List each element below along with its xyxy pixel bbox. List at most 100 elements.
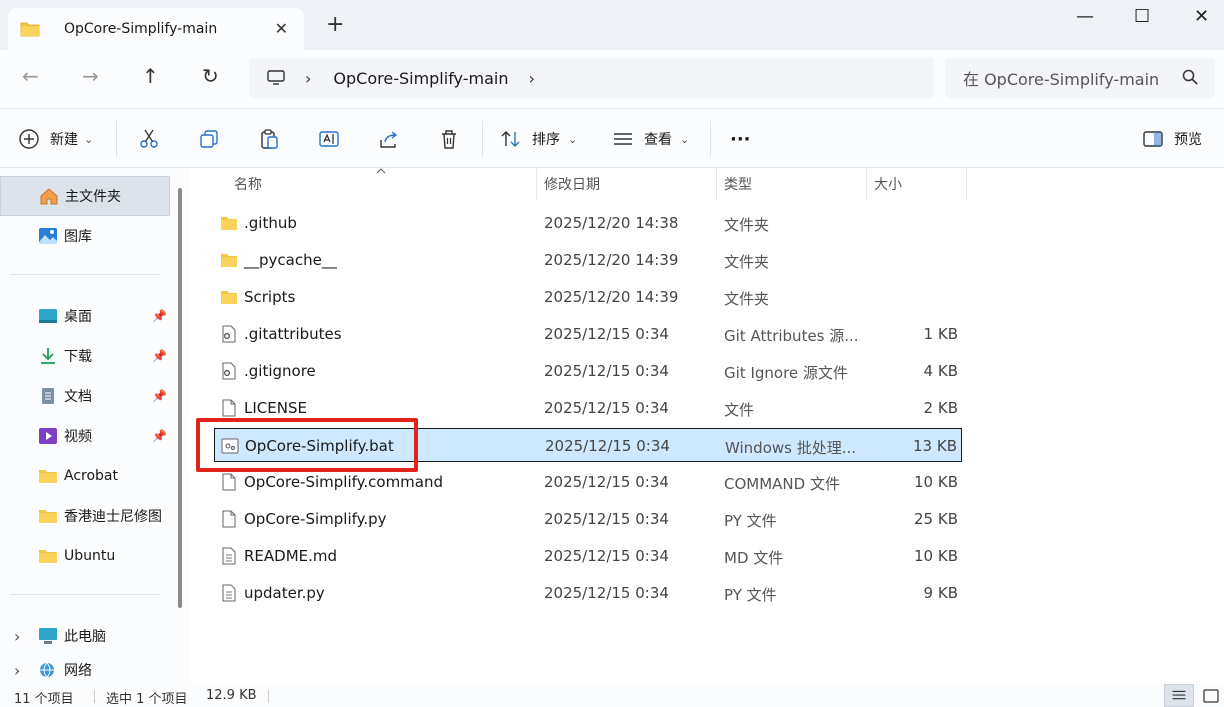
sidebar-item-label: 下载 [64, 349, 92, 365]
document-icon [42, 388, 54, 404]
sort-button[interactable]: 排序 ⌄ [500, 109, 577, 169]
title-bar: OpCore-Simplify-main ✕ + — ☐ ✕ [0, 0, 1224, 50]
pin-icon[interactable]: 📌 [152, 349, 167, 363]
rename-button[interactable] [318, 109, 340, 169]
column-header-type[interactable]: 类型 [724, 168, 752, 200]
search-input[interactable]: 在 OpCore-Simplify-main [945, 58, 1215, 98]
tab-opcore-simplify-main[interactable]: OpCore-Simplify-main ✕ [8, 8, 304, 50]
annotation-highlight-box [196, 418, 418, 472]
paste-button[interactable] [258, 109, 280, 169]
folder-icon [20, 22, 40, 37]
pin-icon[interactable]: 📌 [152, 389, 167, 403]
close-window-button[interactable]: ✕ [1194, 6, 1209, 27]
sidebar-item-label: 图库 [64, 229, 92, 245]
sidebar-item-home[interactable]: 主文件夹 [0, 176, 170, 216]
blank-file-icon [222, 510, 236, 528]
gallery-icon [39, 228, 57, 244]
file-row[interactable]: OpCore-Simplify.py 2025/12/15 0:34 PY 文件 25… [214, 502, 962, 536]
file-name: .gitignore [244, 362, 316, 380]
chevron-down-icon: ⌄ [568, 132, 578, 146]
column-header-size[interactable]: 大小 [874, 168, 902, 200]
rename-icon [319, 131, 339, 147]
toolbar-divider [482, 121, 483, 157]
column-divider[interactable] [866, 168, 867, 200]
file-row[interactable]: .github 2025/12/20 14:38 文件夹 [214, 206, 962, 240]
file-size: 1 KB [923, 325, 958, 343]
breadcrumb-trail-chevron[interactable]: › [528, 69, 534, 88]
view-button[interactable]: 查看 ⌄ [612, 109, 689, 169]
breadcrumb-folder[interactable]: OpCore-Simplify-main [333, 69, 508, 88]
sidebar-item-desktop[interactable]: 桌面 📌 [0, 296, 170, 336]
breadcrumb-separator[interactable]: › [305, 69, 311, 88]
address-field[interactable]: › OpCore-Simplify-main › [249, 58, 934, 98]
maximize-button[interactable]: ☐ [1134, 6, 1150, 27]
file-type: 文件夹 [724, 216, 770, 234]
toolbar-divider [116, 121, 117, 157]
file-type: PY 文件 [724, 586, 777, 604]
file-row[interactable]: __pycache__ 2025/12/20 14:39 文件夹 [214, 243, 962, 277]
file-name: README.md [244, 547, 338, 565]
config-file-icon [222, 325, 236, 343]
preview-button[interactable]: 预览 [1142, 109, 1202, 169]
clipboard-icon [261, 129, 278, 149]
details-view-icon[interactable] [1164, 684, 1194, 707]
file-type: Git Ignore 源文件 [724, 364, 848, 382]
file-name: OpCore-Simplify.py [244, 510, 387, 528]
delete-button[interactable] [438, 109, 460, 169]
sidebar-scrollbar[interactable] [178, 188, 182, 608]
sidebar-item-documents[interactable]: 文档 📌 [0, 376, 170, 416]
column-header-date[interactable]: 修改日期 [544, 168, 600, 200]
sidebar-item-downloads[interactable]: 下载 📌 [0, 336, 170, 376]
sidebar-divider [10, 594, 160, 595]
file-modified-date: 2025/12/15 0:34 [544, 325, 669, 343]
share-button[interactable] [378, 109, 400, 169]
toolbar-divider [710, 121, 711, 157]
refresh-button[interactable]: ↻ [202, 64, 219, 88]
sidebar-item-hk-disney[interactable]: 香港迪士尼修图 [0, 496, 170, 536]
file-row[interactable]: Scripts 2025/12/20 14:39 文件夹 [214, 280, 962, 314]
tab-close-icon[interactable]: ✕ [275, 19, 288, 38]
plus-circle-icon [19, 129, 39, 149]
folder-icon [39, 470, 57, 483]
file-row[interactable]: .gitattributes 2025/12/15 0:34 Git Attribu… [214, 317, 962, 351]
expand-chevron-icon[interactable]: › [14, 627, 38, 646]
file-row[interactable]: README.md 2025/12/15 0:34 MD 文件 10 KB [214, 539, 962, 573]
file-type: 文件 [724, 401, 755, 419]
file-row[interactable]: .gitignore 2025/12/15 0:34 Git Ignore 源文件 4… [214, 354, 962, 388]
sidebar-item-this-pc[interactable]: › 此电脑 [0, 616, 170, 656]
share-icon [380, 131, 398, 148]
sidebar-item-videos[interactable]: 视频 📌 [0, 416, 170, 456]
sidebar-item-network[interactable]: › 网络 [0, 656, 170, 684]
file-name: Scripts [244, 288, 296, 306]
column-divider[interactable] [716, 168, 717, 200]
file-size: 10 KB [914, 473, 958, 491]
column-header-name[interactable]: 名称 [234, 168, 262, 200]
pin-icon[interactable]: 📌 [152, 309, 167, 323]
column-divider[interactable] [966, 168, 967, 200]
file-size: 10 KB [914, 547, 958, 565]
column-divider[interactable] [536, 168, 537, 200]
file-name: .gitattributes [244, 325, 342, 343]
new-tab-button[interactable]: + [326, 14, 344, 36]
up-button[interactable]: ↑ [142, 64, 159, 88]
copy-button[interactable] [198, 109, 220, 169]
navigation-pane: 主文件夹 图库 桌面 📌 下载 📌 文档 📌 视频 📌 Acrobat 香港迪士… [0, 168, 190, 684]
file-modified-date: 2025/12/15 0:34 [544, 510, 669, 528]
search-icon [1182, 69, 1198, 85]
file-row[interactable]: updater.py 2025/12/15 0:34 PY 文件 9 KB [214, 576, 962, 610]
more-options-button[interactable]: ··· [730, 109, 751, 169]
back-button[interactable]: ← [22, 64, 39, 88]
tiles-view-icon[interactable] [1196, 684, 1224, 707]
forward-button[interactable]: → [82, 64, 99, 88]
sidebar-item-gallery[interactable]: 图库 [0, 216, 170, 256]
chevron-down-icon: ⌄ [84, 132, 94, 146]
pin-icon[interactable]: 📌 [152, 429, 167, 443]
file-modified-date: 2025/12/15 0:34 [545, 437, 670, 455]
expand-chevron-icon[interactable]: › [14, 661, 38, 680]
sidebar-item-acrobat[interactable]: Acrobat [0, 456, 170, 496]
file-size: 4 KB [923, 362, 958, 380]
minimize-button[interactable]: — [1076, 6, 1094, 27]
cut-button[interactable] [138, 109, 160, 169]
new-button[interactable]: 新建 ⌄ [18, 109, 93, 169]
sidebar-item-ubuntu[interactable]: Ubuntu [0, 536, 170, 576]
